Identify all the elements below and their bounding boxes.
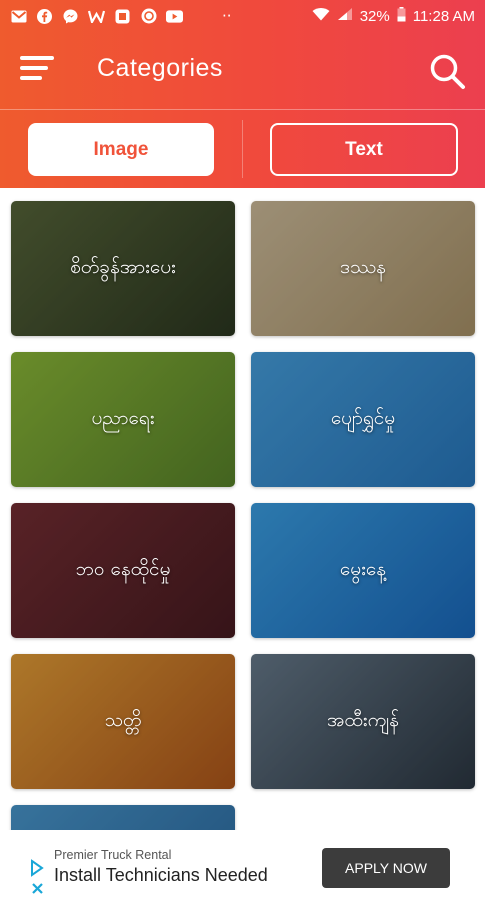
category-card[interactable]: ဒဿန <box>251 201 475 336</box>
more-notifications-text: ·· <box>222 7 232 25</box>
page-title: Categories <box>97 54 223 82</box>
category-card[interactable]: ပျော်ရွှင်မှု <box>251 352 475 487</box>
signal-icon <box>337 7 353 25</box>
category-card[interactable]: အထီးကျန် <box>251 654 475 789</box>
gmail-icon <box>10 8 27 25</box>
status-bar: ·· 32% 11:28 AM <box>0 0 485 32</box>
youtube-icon <box>166 8 183 25</box>
messenger-icon <box>62 8 79 25</box>
app-icon <box>114 8 131 25</box>
adchoices-icon[interactable] <box>30 859 46 897</box>
header-divider <box>0 109 485 110</box>
app2-icon <box>140 8 157 25</box>
category-card[interactable]: စိတ်ခွန်အားပေး <box>11 201 235 336</box>
category-card[interactable]: သတ္တိ <box>11 654 235 789</box>
tab-separator <box>242 120 243 178</box>
category-label: ဒဿန <box>340 255 386 278</box>
battery-percent: 32% <box>359 7 390 25</box>
clock: 11:28 AM <box>412 7 475 25</box>
facebook-icon <box>36 8 53 25</box>
category-label: ဘဝ နေထိုင်မှု <box>75 557 171 580</box>
category-grid: စိတ်ခွန်အားပေး ဒဿန ပညာရေး ပျော်ရွှင်မှု … <box>0 188 485 830</box>
apply-now-button[interactable]: APPLY NOW <box>322 848 450 888</box>
category-label: သတ္တိ <box>104 708 142 731</box>
category-label: အထီးကျန် <box>326 708 400 731</box>
category-label <box>11 805 235 830</box>
category-card[interactable]: ပညာရေး <box>11 352 235 487</box>
category-card[interactable]: မွေးနေ့ <box>251 503 475 638</box>
w-icon <box>88 8 105 25</box>
tab-text[interactable]: Text <box>270 123 458 176</box>
battery-icon <box>397 6 406 26</box>
category-label: ပျော်ရွှင်မှု <box>330 406 396 429</box>
app-bar: Categories <box>0 32 485 110</box>
header-area: ·· 32% 11:28 AM Categories Image Text <box>0 0 485 188</box>
category-label: မွေးနေ့ <box>339 557 387 580</box>
ad-headline: Install Technicians Needed <box>54 865 268 885</box>
notification-icons: ·· <box>10 7 232 25</box>
wifi-icon <box>312 7 330 25</box>
category-card[interactable]: ဘဝ နေထိုင်မှု <box>11 503 235 638</box>
category-label: ပညာရေး <box>91 406 155 429</box>
ad-sponsor: Premier Truck Rental <box>54 848 172 862</box>
system-status: 32% 11:28 AM <box>312 6 475 26</box>
menu-icon[interactable] <box>20 56 56 86</box>
tab-image[interactable]: Image <box>28 123 214 176</box>
ad-banner[interactable]: Premier Truck Rental Install Technicians… <box>30 833 455 900</box>
category-card[interactable] <box>11 805 235 830</box>
search-icon[interactable] <box>428 52 468 92</box>
category-label: စိတ်ခွန်အားပေး <box>70 255 176 278</box>
